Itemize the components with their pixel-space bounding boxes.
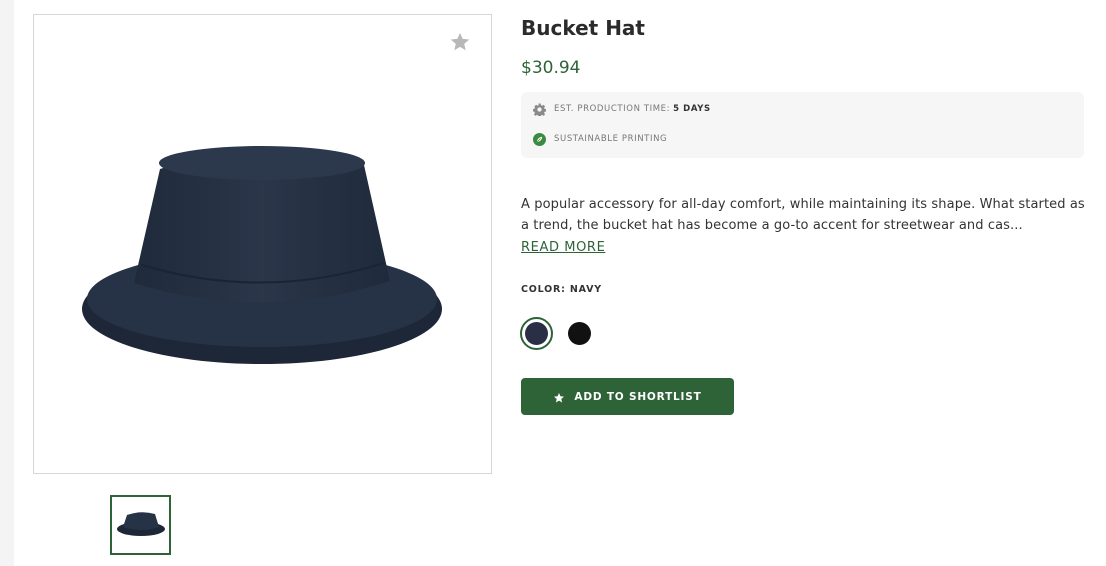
bucket-hat-image	[82, 146, 442, 364]
production-time-value: 5 DAYS	[673, 104, 711, 114]
color-swatch-navy[interactable]	[520, 317, 553, 350]
product-description: A popular accessory for all-day comfort,…	[521, 197, 1085, 233]
production-time-label: EST. PRODUCTION TIME:	[554, 104, 671, 114]
leaf-icon	[533, 132, 546, 146]
color-swatch-black[interactable]	[563, 317, 596, 350]
gear-icon	[533, 103, 546, 116]
thumbnail-1[interactable]	[110, 495, 171, 555]
product-price: $30.94	[521, 58, 581, 78]
color-label: COLOR: NAVY	[521, 284, 602, 295]
sustainable-row: SUSTAINABLE PRINTING	[533, 132, 667, 146]
product-title: Bucket Hat	[521, 16, 645, 40]
sustainable-label: SUSTAINABLE PRINTING	[554, 134, 668, 144]
product-main-image	[33, 14, 492, 474]
read-more-link[interactable]: READ MORE	[521, 240, 605, 255]
favorite-star-icon[interactable]	[449, 31, 471, 53]
color-swatch-navy-fill	[525, 322, 548, 345]
bucket-hat-thumbnail-image	[117, 512, 165, 536]
add-to-shortlist-button[interactable]: ADD TO SHORTLIST	[521, 378, 734, 415]
color-swatch-black-fill	[568, 322, 591, 345]
star-icon	[554, 392, 565, 402]
add-to-shortlist-label: ADD TO SHORTLIST	[574, 390, 702, 403]
page-gutter	[0, 0, 14, 566]
production-time-row: EST. PRODUCTION TIME: 5 DAYS	[533, 102, 711, 116]
